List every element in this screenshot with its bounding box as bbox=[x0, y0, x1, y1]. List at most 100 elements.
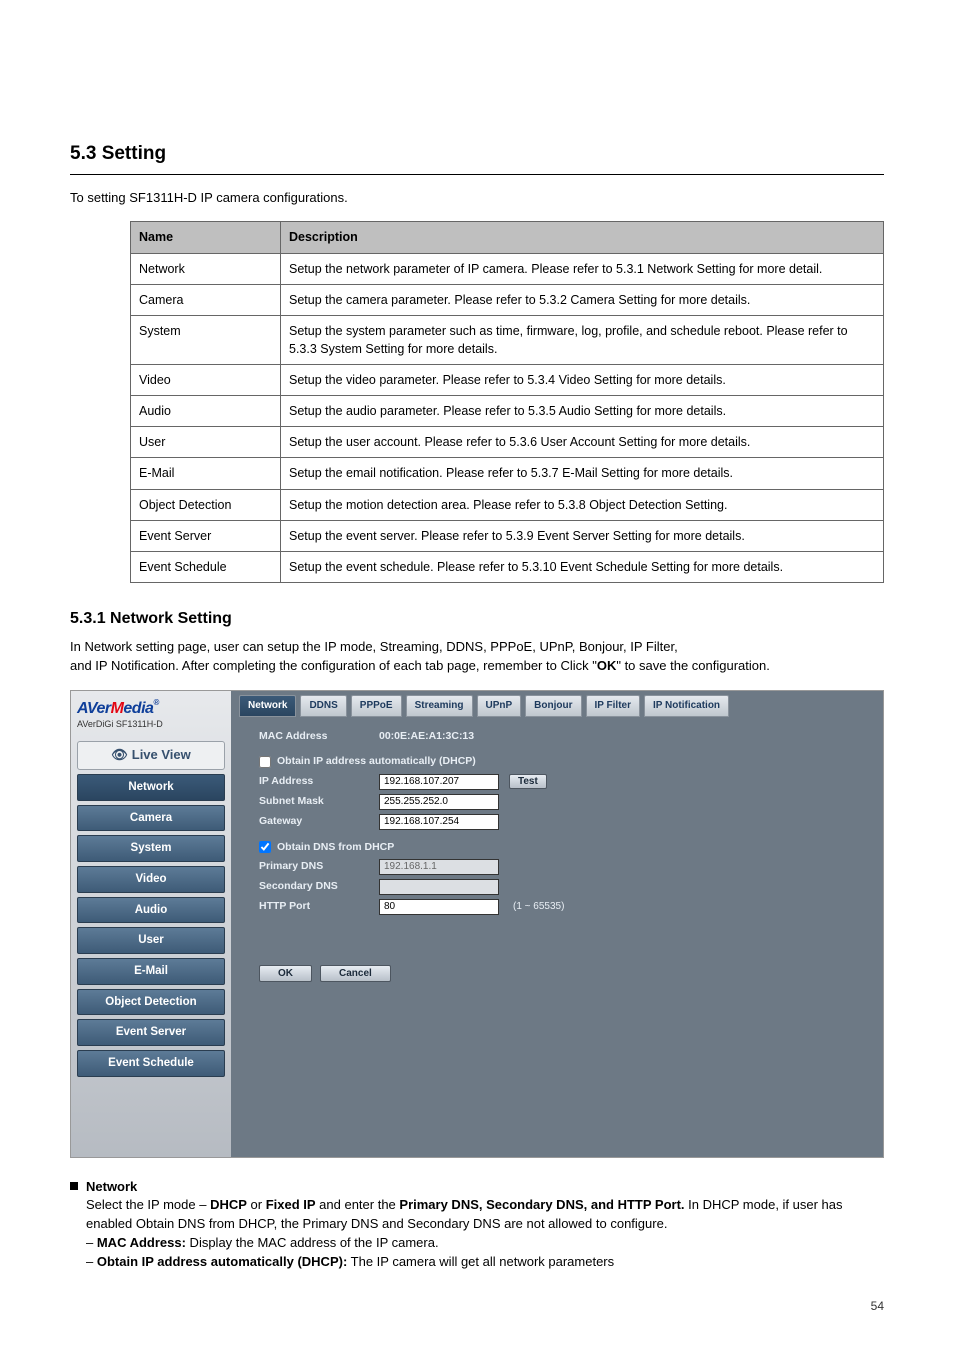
sidebar-item-email[interactable]: E-Mail bbox=[77, 958, 225, 985]
bullet-dash-2b: The IP camera will get all network param… bbox=[347, 1254, 614, 1269]
sidebar-item-camera[interactable]: Camera bbox=[77, 805, 225, 832]
tab-ip-filter[interactable]: IP Filter bbox=[586, 695, 641, 718]
cell-name: Video bbox=[131, 365, 281, 396]
mac-label: MAC Address bbox=[259, 729, 369, 744]
bullet-dash-2-dhcp: Obtain IP address automatically (DHCP): bbox=[93, 1254, 347, 1269]
sidebar-item-video[interactable]: Video bbox=[77, 866, 225, 893]
network-intro-l2b: " to save the configuration. bbox=[616, 658, 770, 673]
row-primary-dns: Primary DNS bbox=[259, 859, 875, 875]
bullet-body-tail: Primary DNS, Secondary DNS, and HTTP Por… bbox=[396, 1197, 685, 1212]
table-row: Event ScheduleSetup the event schedule. … bbox=[131, 551, 884, 582]
ip-label: IP Address bbox=[259, 774, 369, 789]
tab-bar: Network DDNS PPPoE Streaming UPnP Bonjou… bbox=[239, 695, 875, 718]
bullet-body-1: Select the IP mode – bbox=[86, 1197, 206, 1212]
gateway-label: Gateway bbox=[259, 814, 369, 829]
row-mask: Subnet Mask bbox=[259, 794, 875, 810]
network-intro-ok: OK bbox=[597, 658, 617, 673]
tab-ip-notification[interactable]: IP Notification bbox=[644, 695, 729, 718]
cell-name: Event Server bbox=[131, 520, 281, 551]
mask-label: Subnet Mask bbox=[259, 794, 369, 809]
http-port-input[interactable] bbox=[379, 899, 499, 915]
ok-button[interactable]: OK bbox=[259, 965, 312, 982]
live-view-button[interactable]: 👁 Live View bbox=[77, 741, 225, 770]
cell-name: Audio bbox=[131, 396, 281, 427]
cell-desc: Setup the user account. Please refer to … bbox=[281, 427, 884, 458]
sidebar-item-audio[interactable]: Audio bbox=[77, 897, 225, 924]
table-row: Event ServerSetup the event server. Plea… bbox=[131, 520, 884, 551]
gateway-input[interactable] bbox=[379, 814, 499, 830]
network-intro-l2a: and IP Notification. After completing th… bbox=[70, 658, 597, 673]
cell-desc: Setup the video parameter. Please refer … bbox=[281, 365, 884, 396]
cell-desc: Setup the email notification. Please ref… bbox=[281, 458, 884, 489]
sidebar-item-event-server[interactable]: Event Server bbox=[77, 1019, 225, 1046]
table-row: AudioSetup the audio parameter. Please r… bbox=[131, 396, 884, 427]
square-bullet-icon bbox=[70, 1182, 78, 1190]
row-ip: IP Address Test bbox=[259, 774, 875, 790]
dns-dhcp-label: Obtain DNS from DHCP bbox=[277, 840, 394, 855]
live-view-label: Live View bbox=[132, 747, 191, 762]
sidebar-item-user[interactable]: User bbox=[77, 927, 225, 954]
row-mac: MAC Address 00:0E:AE:A1:3C:13 bbox=[259, 729, 875, 744]
bullet-body-fixed: Fixed IP bbox=[262, 1197, 315, 1212]
network-intro: In Network setting page, user can setup … bbox=[70, 638, 884, 676]
sidebar-item-event-schedule[interactable]: Event Schedule bbox=[77, 1050, 225, 1077]
secondary-dns-input bbox=[379, 879, 499, 895]
cell-desc: Setup the network parameter of IP camera… bbox=[281, 253, 884, 284]
bullet-body-dhcp: DHCP bbox=[206, 1197, 246, 1212]
cell-name: User bbox=[131, 427, 281, 458]
row-secondary-dns: Secondary DNS bbox=[259, 879, 875, 895]
primary-dns-label: Primary DNS bbox=[259, 859, 369, 874]
section-heading: 5.3 Setting bbox=[70, 140, 884, 168]
row-gateway: Gateway bbox=[259, 814, 875, 830]
eye-icon: 👁 bbox=[111, 747, 128, 762]
ip-input[interactable] bbox=[379, 774, 499, 790]
bullet-dash-1-mac: MAC Address: bbox=[93, 1235, 186, 1250]
subsection-heading: 5.3.1 Network Setting bbox=[70, 607, 884, 630]
mac-value: 00:0E:AE:A1:3C:13 bbox=[379, 729, 474, 744]
tab-ddns[interactable]: DDNS bbox=[300, 695, 346, 718]
dhcp-label: Obtain IP address automatically (DHCP) bbox=[277, 754, 476, 769]
bullet-network: Network Select the IP mode – DHCP or Fix… bbox=[70, 1178, 884, 1272]
cell-desc: Setup the camera parameter. Please refer… bbox=[281, 284, 884, 315]
http-port-range: (1 ~ 65535) bbox=[513, 900, 564, 915]
sidebar: AVerMedia® AVerDiGi SF1311H-D 👁 Live View… bbox=[71, 691, 231, 1157]
tab-pppoe[interactable]: PPPoE bbox=[351, 695, 402, 718]
test-button[interactable]: Test bbox=[509, 774, 547, 789]
cell-name: Object Detection bbox=[131, 489, 281, 520]
mask-input[interactable] bbox=[379, 794, 499, 810]
cell-name: E-Mail bbox=[131, 458, 281, 489]
tab-bonjour[interactable]: Bonjour bbox=[525, 695, 581, 718]
cell-desc: Setup the event schedule. Please refer t… bbox=[281, 551, 884, 582]
cancel-button[interactable]: Cancel bbox=[320, 965, 391, 982]
setting-intro: To setting SF1311H-D IP camera configura… bbox=[70, 189, 884, 208]
cell-desc: Setup the event server. Please refer to … bbox=[281, 520, 884, 551]
tab-network[interactable]: Network bbox=[239, 695, 296, 718]
bullet-body-3: and enter the bbox=[316, 1197, 396, 1212]
logo: AVerMedia® AVerDiGi SF1311H-D bbox=[77, 697, 225, 737]
page-number: 54 bbox=[70, 1298, 884, 1315]
cell-name: Camera bbox=[131, 284, 281, 315]
th-desc: Description bbox=[281, 222, 884, 253]
bullet-heading: Network bbox=[86, 1179, 137, 1194]
cell-desc: Setup the audio parameter. Please refer … bbox=[281, 396, 884, 427]
table-row: VideoSetup the video parameter. Please r… bbox=[131, 365, 884, 396]
dhcp-checkbox[interactable] bbox=[259, 756, 271, 768]
table-row: UserSetup the user account. Please refer… bbox=[131, 427, 884, 458]
sidebar-item-object-detection[interactable]: Object Detection bbox=[77, 989, 225, 1016]
tab-streaming[interactable]: Streaming bbox=[406, 695, 473, 718]
cell-name: System bbox=[131, 315, 281, 364]
table-row: NetworkSetup the network parameter of IP… bbox=[131, 253, 884, 284]
config-panel: Network DDNS PPPoE Streaming UPnP Bonjou… bbox=[231, 691, 883, 1157]
sidebar-item-system[interactable]: System bbox=[77, 835, 225, 862]
sidebar-item-network[interactable]: Network bbox=[77, 774, 225, 801]
ok-cancel-bar: OK Cancel bbox=[259, 965, 875, 982]
dns-dhcp-checkbox[interactable] bbox=[259, 841, 271, 853]
primary-dns-input bbox=[379, 859, 499, 875]
http-port-label: HTTP Port bbox=[259, 899, 369, 914]
bullet-text: Network Select the IP mode – DHCP or Fix… bbox=[86, 1178, 884, 1272]
cell-name: Network bbox=[131, 253, 281, 284]
settings-table: Name Description NetworkSetup the networ… bbox=[130, 221, 884, 583]
row-dns-dhcp-checkbox: Obtain DNS from DHCP bbox=[259, 840, 875, 855]
table-row: E-MailSetup the email notification. Plea… bbox=[131, 458, 884, 489]
tab-upnp[interactable]: UPnP bbox=[477, 695, 522, 718]
